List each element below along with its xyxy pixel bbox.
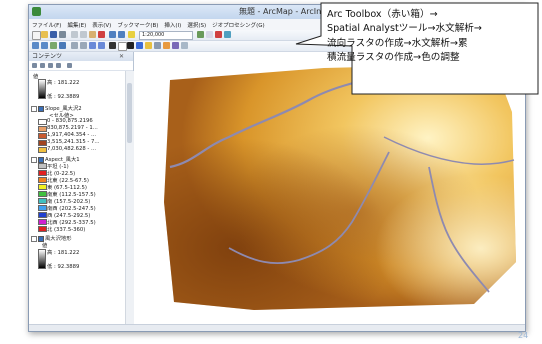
- layer-visibility-checkbox[interactable]: [38, 156, 44, 163]
- aspect-class-label: 北 (337.5-360): [47, 227, 86, 233]
- aspect-class-swatch: [38, 163, 47, 169]
- collapse-icon[interactable]: [31, 156, 37, 163]
- slope-class-swatch: [38, 140, 47, 146]
- slope-class-swatch: [38, 133, 47, 139]
- aspect-class-swatch: [38, 191, 47, 197]
- slope-class-label: 7,030,482.628 - ...: [47, 146, 97, 152]
- elevation-gradient-swatch: [38, 249, 46, 269]
- slope-class-label: 3,515,241.315 - 7...: [47, 139, 100, 145]
- legend-high: 高 : 181.222: [47, 250, 80, 256]
- toc-layer-dem[interactable]: 風大沢地形: [31, 234, 72, 242]
- aspect-class-swatch: [38, 212, 47, 218]
- slope-class-label: 830,875.2197 - 1...: [47, 125, 98, 131]
- aspect-class-swatch: [38, 226, 47, 232]
- slope-class-swatch: [38, 119, 47, 125]
- aspect-class-swatch: [38, 219, 47, 225]
- aspect-class-swatch: [38, 198, 47, 204]
- collapse-icon[interactable]: [31, 235, 37, 242]
- aspect-class-swatch: [38, 177, 47, 183]
- aspect-class-swatch: [38, 184, 47, 190]
- aspect-class-swatch: [38, 170, 47, 176]
- slope-class-label: 1,917,404.354 - ...: [47, 132, 97, 138]
- slope-class-label: 0 - 830,875.2196: [47, 118, 93, 124]
- page-number: 24: [518, 331, 529, 340]
- slope-class-swatch: [38, 126, 47, 132]
- legend-low: 低 : 92.3889: [47, 264, 80, 270]
- aspect-class-swatch: [38, 205, 47, 211]
- status-bar: [29, 324, 525, 331]
- slope-class-swatch: [38, 147, 47, 153]
- callout-text: Arc Toolbox（赤い箱）→ Spatial Analystツール→水文解…: [327, 9, 482, 63]
